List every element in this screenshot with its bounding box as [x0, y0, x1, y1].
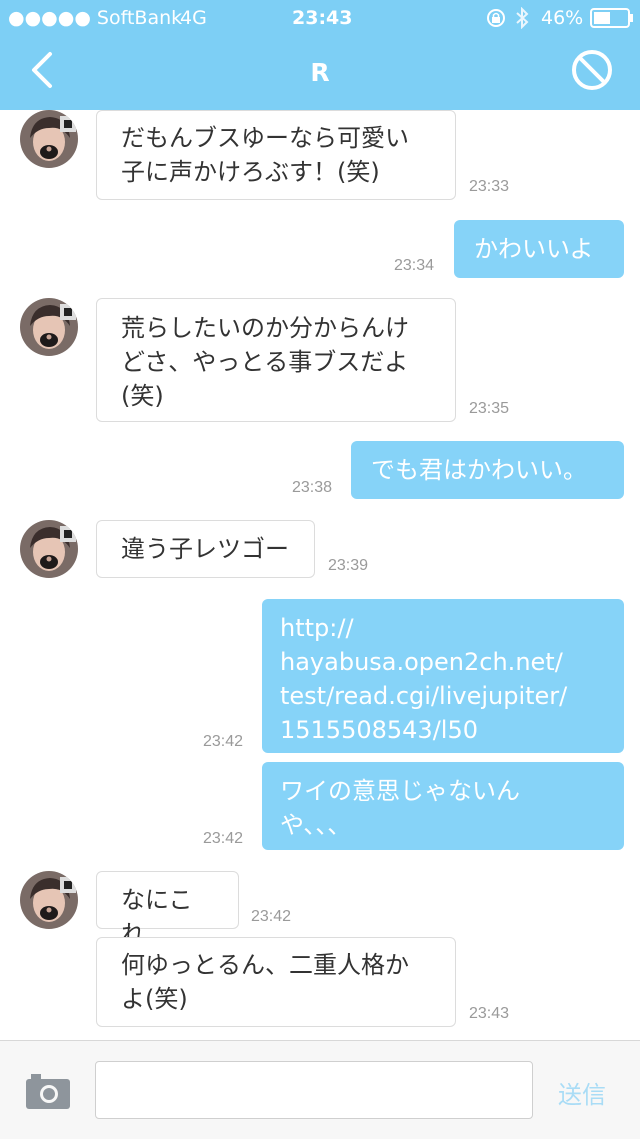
- rotation-lock-icon: [486, 8, 506, 32]
- avatar-image: [20, 871, 78, 929]
- avatar-image: [20, 298, 78, 356]
- message-timestamp: 23:34: [394, 257, 435, 274]
- message-timestamp: 23:39: [328, 557, 369, 574]
- send-button[interactable]: 送信: [558, 1075, 606, 1110]
- outgoing-message-bubble[interactable]: ワイの意思じゃないん や、、、: [262, 762, 624, 850]
- incoming-message-bubble[interactable]: 違う子レツゴー: [96, 520, 315, 578]
- incoming-message-bubble[interactable]: なにこれ: [96, 871, 239, 948]
- battery-icon: [590, 8, 634, 32]
- bluetooth-icon: [514, 6, 530, 33]
- outgoing-message-bubble[interactable]: http:// hayabusa.open2ch.net/ test/read.…: [262, 599, 624, 753]
- clock-label: 23:43: [292, 7, 353, 29]
- block-icon: [572, 50, 612, 90]
- avatar[interactable]: [20, 110, 78, 168]
- battery-percent: 46%: [541, 7, 584, 29]
- incoming-message-bubble[interactable]: 何ゆっとるん、二重人格か よ(笑): [96, 937, 456, 1027]
- incoming-message-bubble[interactable]: 荒らしたいのか分からんけ どさ、やっとる事ブスだよ (笑): [96, 298, 456, 422]
- message-timestamp: 23:43: [469, 1005, 510, 1022]
- message-timestamp: 23:33: [469, 178, 510, 195]
- outgoing-message-bubble[interactable]: かわいいよ: [454, 220, 624, 278]
- incoming-message-bubble[interactable]: だもんブスゆーなら可愛い 子に声かけろぶす！(笑): [96, 110, 456, 200]
- camera-icon: [26, 1074, 70, 1109]
- message-timestamp: 23:42: [251, 908, 292, 925]
- message-list[interactable]: だもんブスゆーなら可愛い 子に声かけろぶす！(笑) 23:33 かわいいよ 23…: [0, 0, 640, 1040]
- carrier-label: ●●●●● SoftBank: [8, 7, 183, 29]
- message-timestamp: 23:38: [292, 479, 333, 496]
- avatar-image: [20, 520, 78, 578]
- camera-button[interactable]: [25, 1072, 71, 1110]
- avatar-image: [20, 110, 78, 168]
- avatar[interactable]: [20, 520, 78, 578]
- network-label: 4G: [180, 7, 207, 29]
- message-input[interactable]: [95, 1061, 533, 1119]
- block-button[interactable]: [570, 48, 614, 92]
- message-timestamp: 23:35: [469, 400, 510, 417]
- composer-bar: 送信: [0, 1040, 640, 1139]
- avatar[interactable]: [20, 298, 78, 356]
- message-timestamp: 23:42: [203, 733, 244, 750]
- header-bar: ●●●●● SoftBank 4G 23:43 46% R: [0, 0, 640, 110]
- outgoing-message-bubble[interactable]: でも君はかわいい。: [351, 441, 624, 499]
- message-timestamp: 23:42: [203, 830, 244, 847]
- avatar[interactable]: [20, 871, 78, 929]
- page-title: R: [310, 58, 330, 87]
